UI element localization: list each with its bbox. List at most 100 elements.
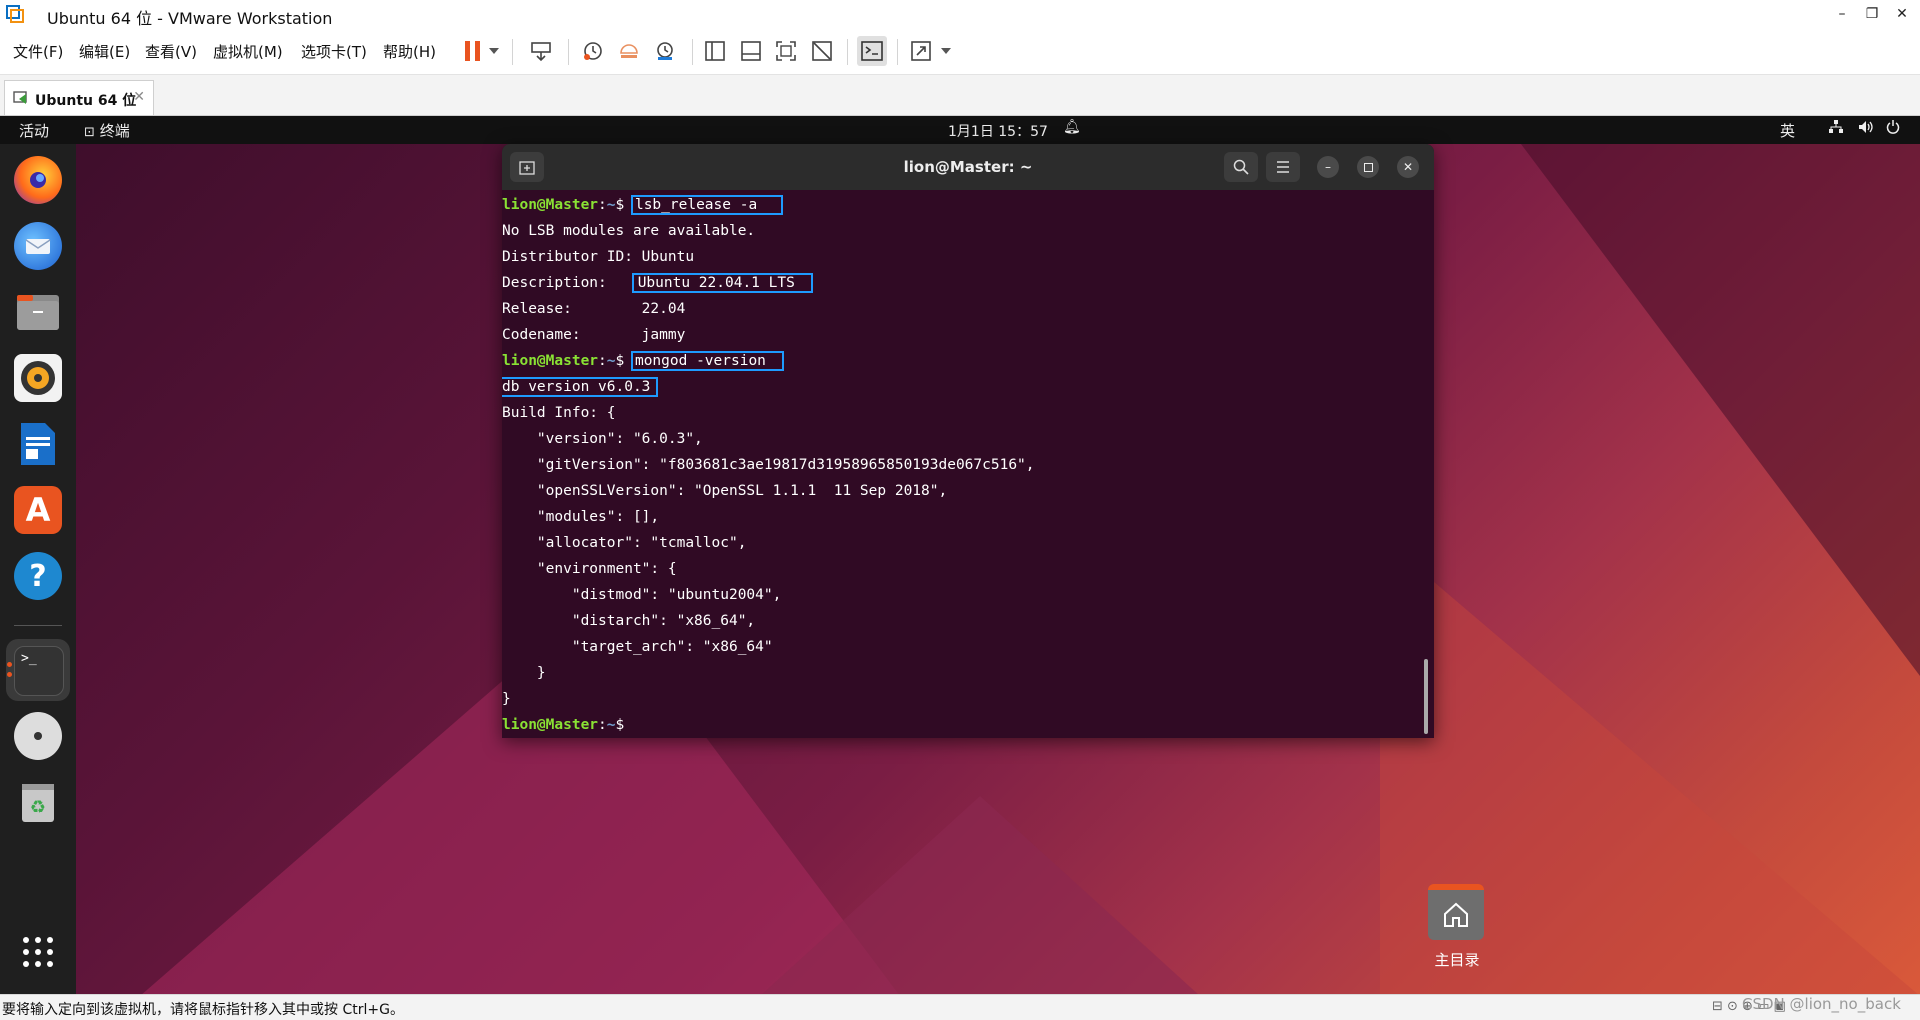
prompt-symbol: $: [615, 353, 633, 369]
terminal-line: "distmod": "ubuntu2004",: [502, 587, 782, 603]
db-version-output: db version v6.0.3: [502, 377, 659, 397]
terminal-line: lion@Master:~$ mongod -version: [502, 348, 784, 374]
terminal-line: "openSSLVersion": "OpenSSL 1.1.1 11 Sep …: [502, 483, 948, 499]
minimize-button[interactable]: –: [1828, 2, 1856, 26]
unity-mode-button[interactable]: [807, 36, 837, 66]
letter-a-glyph: A: [25, 491, 51, 529]
terminal-line: "target_arch": "x86_64": [502, 639, 773, 655]
terminal-line: lion@Master:~$ lsb_release -a: [502, 192, 784, 218]
fullscreen-button[interactable]: [771, 36, 801, 66]
description-label: Description:: [502, 275, 642, 291]
firefox-icon[interactable]: [14, 156, 62, 204]
help-icon[interactable]: ?: [14, 552, 62, 600]
app-menu-label: 终端: [99, 122, 130, 140]
vm-icon: [13, 91, 27, 104]
toolbar-divider: [568, 39, 569, 65]
terminal-line: No LSB modules are available.: [502, 223, 756, 239]
terminal-scrollbar[interactable]: [1424, 659, 1428, 734]
terminal-window[interactable]: lion@Master: ~ – ✕ lion@Master:~$ lsb_re…: [502, 144, 1434, 738]
snapshot-icon: [584, 42, 602, 60]
prompt-colon: :: [598, 353, 607, 369]
terminal-icon[interactable]: >_: [14, 646, 64, 696]
pause-icon: [465, 41, 480, 61]
thumbnail-view-button[interactable]: [736, 36, 766, 66]
tab-label: Ubuntu 64 位: [35, 93, 137, 109]
dvd-drive-icon[interactable]: [14, 712, 62, 760]
hamburger-menu-button[interactable]: [1266, 152, 1300, 182]
snapshot-manager-button[interactable]: [650, 36, 680, 66]
network-icon[interactable]: [1829, 120, 1843, 138]
window-title: Ubuntu 64 位 - VMware Workstation: [47, 9, 333, 28]
menu-file[interactable]: 文件(F): [13, 41, 63, 62]
send-ctrl-alt-del-button[interactable]: [526, 36, 556, 66]
terminal-line: Codename: jammy: [502, 327, 686, 343]
terminal-line: "gitVersion": "f803681c3ae19817d31958965…: [502, 457, 1035, 473]
search-button[interactable]: [1224, 152, 1258, 182]
console-view-button[interactable]: [857, 36, 887, 66]
prompt-user: lion@Master: [502, 197, 599, 213]
terminal-maximize-button[interactable]: [1357, 156, 1379, 178]
running-indicator: [7, 672, 12, 677]
terminal-line: lion@Master:~$: [502, 712, 633, 738]
ubuntu-dock: A ? >_ ♻: [0, 144, 76, 994]
power-icon[interactable]: [1886, 120, 1900, 138]
status-message: 要将输入定向到该虚拟机，请将鼠标指针移入其中或按 Ctrl+G。: [2, 1002, 404, 1018]
terminal-line: "allocator": "tcmalloc",: [502, 535, 747, 551]
toolbar-divider: [692, 39, 693, 65]
tab-ubuntu[interactable]: Ubuntu 64 位 ✕: [4, 80, 154, 115]
fullscreen-icon: [776, 41, 796, 61]
library-view-button[interactable]: [700, 36, 730, 66]
menu-help[interactable]: 帮助(H): [383, 41, 436, 62]
files-icon[interactable]: [14, 288, 62, 336]
libreoffice-writer-icon[interactable]: [14, 420, 62, 468]
terminal-line: "distarch": "x86_64",: [502, 613, 756, 629]
show-apps-icon[interactable]: [14, 928, 62, 976]
power-dropdown[interactable]: [484, 36, 504, 66]
gnome-top-bar: 活动 ⊡ 终端 1月1日 15：57 🔔︎ 英: [0, 116, 1920, 144]
clock[interactable]: 1月1日 15：57: [948, 121, 1048, 141]
terminal-prompt-glyph: >_: [21, 651, 37, 666]
menu-toolbar: 文件(F) 编辑(E) 查看(V) 虚拟机(M) 选项卡(T) 帮助(H): [0, 28, 1920, 75]
input-method-indicator[interactable]: 英: [1780, 120, 1795, 141]
chevron-down-icon: [489, 48, 499, 54]
terminal-line: Release: 22.04: [502, 301, 686, 317]
terminal-headerbar: lion@Master: ~ – ✕: [502, 144, 1434, 190]
close-button[interactable]: ✕: [1888, 2, 1916, 26]
command-mongod-version: mongod -version: [630, 351, 784, 371]
activities-button[interactable]: 活动: [19, 120, 49, 141]
ubuntu-software-icon[interactable]: A: [14, 486, 62, 534]
revert-snapshot-icon: [620, 44, 638, 58]
rhythmbox-icon[interactable]: [14, 354, 62, 402]
notification-bell-icon[interactable]: 🔔︎: [1063, 119, 1081, 135]
thunderbird-icon[interactable]: [14, 222, 62, 270]
terminal-minimize-button[interactable]: –: [1317, 156, 1339, 178]
terminal-line: Build Info: {: [502, 405, 616, 421]
restore-button[interactable]: ❐: [1858, 2, 1886, 26]
volume-icon[interactable]: [1858, 120, 1874, 138]
terminal-close-button[interactable]: ✕: [1397, 156, 1419, 178]
stretch-guest-button[interactable]: [906, 36, 936, 66]
unity-icon: [812, 41, 832, 61]
menu-vm[interactable]: 虚拟机(M): [213, 41, 283, 62]
tab-close-icon[interactable]: ✕: [133, 89, 145, 105]
snapshot-button[interactable]: [578, 36, 608, 66]
console-icon: [861, 41, 883, 61]
toolbar-divider: [897, 39, 898, 65]
chevron-down-icon: [941, 48, 951, 54]
stretch-icon: [911, 41, 931, 61]
terminal-app-icon: ⊡: [84, 125, 95, 140]
prompt-user: lion@Master: [502, 353, 599, 369]
sidebar-layout-icon: [705, 41, 725, 61]
window-titlebar: Ubuntu 64 位 - VMware Workstation – ❐ ✕: [0, 0, 1920, 28]
menu-edit[interactable]: 编辑(E): [79, 41, 130, 62]
menu-tabs[interactable]: 选项卡(T): [301, 41, 367, 62]
trash-icon[interactable]: ♻: [14, 778, 62, 826]
watermark: CSDN @lion_no_back: [1742, 995, 1901, 1013]
app-menu[interactable]: ⊡ 终端: [84, 120, 130, 141]
home-folder-icon[interactable]: [1428, 884, 1484, 940]
stretch-dropdown[interactable]: [936, 36, 956, 66]
terminal-line: }: [502, 665, 546, 681]
question-mark-glyph: ?: [29, 558, 47, 594]
revert-snapshot-button[interactable]: [614, 36, 644, 66]
menu-view[interactable]: 查看(V): [145, 41, 197, 62]
